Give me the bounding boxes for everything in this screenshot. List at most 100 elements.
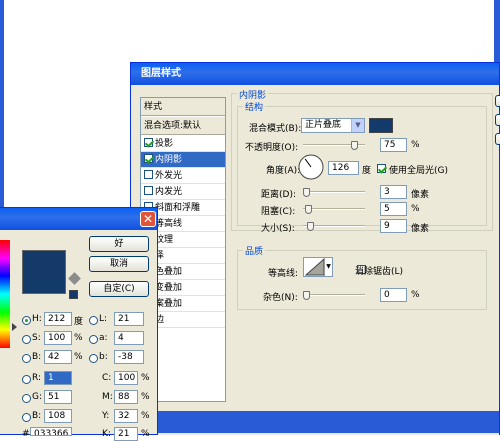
- radio-lab-b[interactable]: [89, 354, 98, 363]
- choke-unit: %: [411, 204, 420, 214]
- opacity-unit: %: [411, 140, 420, 150]
- style-checkbox[interactable]: [144, 186, 153, 195]
- label-r: R:: [32, 373, 42, 383]
- hex-label-partial: #: [22, 429, 30, 439]
- current-color-swatch: [22, 250, 66, 294]
- input-b[interactable]: 42: [44, 350, 72, 364]
- style-list-item-label: 变叠加: [155, 283, 183, 293]
- radio-b[interactable]: [22, 354, 31, 363]
- radio-h[interactable]: [22, 316, 31, 325]
- close-icon[interactable]: ✕: [140, 211, 156, 227]
- hue-pointer-icon[interactable]: [12, 323, 17, 331]
- blend-mode-label: 混合模式(B):: [249, 124, 302, 134]
- style-list-item-label: 内发光: [155, 187, 183, 197]
- label-l: L:: [99, 314, 108, 324]
- style-list-item[interactable]: 外发光: [141, 168, 225, 184]
- label-lab-b: b:: [99, 352, 108, 362]
- unit-y: %: [141, 411, 150, 421]
- angle-input[interactable]: 126: [328, 161, 359, 175]
- input-r[interactable]: 1: [44, 371, 72, 385]
- noise-label: 杂色(N):: [263, 293, 298, 303]
- blend-options-default[interactable]: 混合选项:默认: [141, 117, 225, 135]
- input-l[interactable]: 21: [114, 312, 144, 326]
- radio-a[interactable]: [89, 335, 98, 344]
- radio-rgb-b[interactable]: [22, 413, 31, 422]
- style-list-header[interactable]: 样式: [141, 98, 225, 116]
- custom-button[interactable]: 自定(C): [89, 281, 149, 297]
- style-list-item[interactable]: 内发光: [141, 184, 225, 200]
- layer-style-title[interactable]: 图层样式: [131, 63, 499, 85]
- global-light-checkbox[interactable]: [377, 164, 386, 173]
- distance-label: 距离(D):: [261, 190, 296, 200]
- distance-input[interactable]: 3: [380, 185, 407, 199]
- style-checkbox[interactable]: [144, 154, 153, 163]
- input-s[interactable]: 100: [44, 331, 72, 345]
- radio-s[interactable]: [22, 335, 31, 344]
- style-list-item[interactable]: 投影: [141, 136, 225, 152]
- style-list-item-label: 内阴影: [155, 155, 183, 165]
- input-k[interactable]: 21: [114, 427, 138, 441]
- radio-g[interactable]: [22, 394, 31, 403]
- input-g[interactable]: 51: [44, 390, 72, 404]
- opacity-input[interactable]: 75: [380, 138, 407, 152]
- choke-slider-thumb[interactable]: [305, 205, 312, 214]
- label-b: B:: [32, 352, 42, 362]
- label-y: Y:: [102, 411, 110, 421]
- web-safe-swatch[interactable]: [69, 290, 78, 299]
- style-checkbox[interactable]: [144, 170, 153, 179]
- size-input[interactable]: 9: [380, 219, 407, 233]
- input-rgb-b[interactable]: 108: [44, 409, 72, 423]
- style-list-item-label: 投影: [155, 139, 174, 149]
- noise-slider-thumb[interactable]: [303, 291, 310, 300]
- angle-dial[interactable]: [297, 153, 325, 181]
- dialog-bottom-strip: [131, 411, 499, 433]
- style-list-item-label: 等高线: [155, 219, 183, 229]
- distance-slider-thumb[interactable]: [303, 188, 310, 197]
- label-rgb-b: B:: [32, 411, 42, 421]
- label-k: K:: [102, 429, 111, 439]
- size-label: 大小(S):: [261, 224, 295, 234]
- blend-color-swatch[interactable]: [369, 118, 393, 133]
- choke-slider-track[interactable]: [303, 208, 365, 210]
- input-m[interactable]: 88: [114, 390, 138, 404]
- label-c: C:: [102, 373, 112, 383]
- input-a[interactable]: 4: [114, 331, 144, 345]
- radio-r[interactable]: [22, 375, 31, 384]
- gamut-warning-icon[interactable]: [68, 272, 81, 285]
- noise-slider-track[interactable]: [303, 294, 365, 296]
- input-h[interactable]: 212: [44, 312, 72, 326]
- color-picker-dialog: ✕ 好 取消 自定(C) H: 212 度 S: 100 % B: 42 % L…: [0, 207, 158, 441]
- opacity-label: 不透明度(O):: [245, 143, 299, 153]
- antialias-label: 消除锯齿(L): [355, 267, 404, 277]
- angle-label: 角度(A):: [266, 166, 301, 176]
- unit-s: %: [74, 333, 83, 343]
- radio-l[interactable]: [89, 316, 98, 325]
- distance-unit: 像素: [411, 190, 430, 200]
- color-picker-titlebar[interactable]: [0, 208, 157, 230]
- label-h: H:: [32, 314, 42, 324]
- contour-picker[interactable]: ▼: [303, 257, 333, 277]
- style-checkbox[interactable]: [144, 138, 153, 147]
- label-a: a:: [99, 333, 108, 343]
- opacity-slider-thumb[interactable]: [351, 141, 358, 150]
- choke-input[interactable]: 5: [380, 202, 407, 216]
- cancel-button[interactable]: 取消: [89, 256, 149, 272]
- input-c[interactable]: 100: [114, 371, 138, 385]
- structure-title: 结构: [243, 100, 266, 113]
- hue-spectrum-bar[interactable]: [0, 240, 10, 348]
- unit-m: %: [141, 392, 150, 402]
- new-style-button-partial[interactable]: [495, 133, 500, 145]
- ok-button-partial[interactable]: [495, 95, 500, 107]
- ok-button[interactable]: 好: [89, 236, 149, 252]
- noise-input[interactable]: 0: [380, 288, 407, 302]
- input-y[interactable]: 32: [114, 409, 138, 423]
- contour-label: 等高线:: [268, 269, 299, 279]
- cancel-button-partial[interactable]: [495, 114, 500, 126]
- angle-unit: 度: [362, 166, 372, 176]
- style-list-item[interactable]: 内阴影: [141, 152, 225, 168]
- size-slider-thumb[interactable]: [307, 222, 314, 231]
- blend-mode-select[interactable]: 正片叠底 ▼: [301, 118, 365, 133]
- input-lab-b[interactable]: -38: [114, 350, 144, 364]
- distance-slider-track[interactable]: [303, 191, 365, 193]
- quality-title: 品质: [243, 244, 266, 257]
